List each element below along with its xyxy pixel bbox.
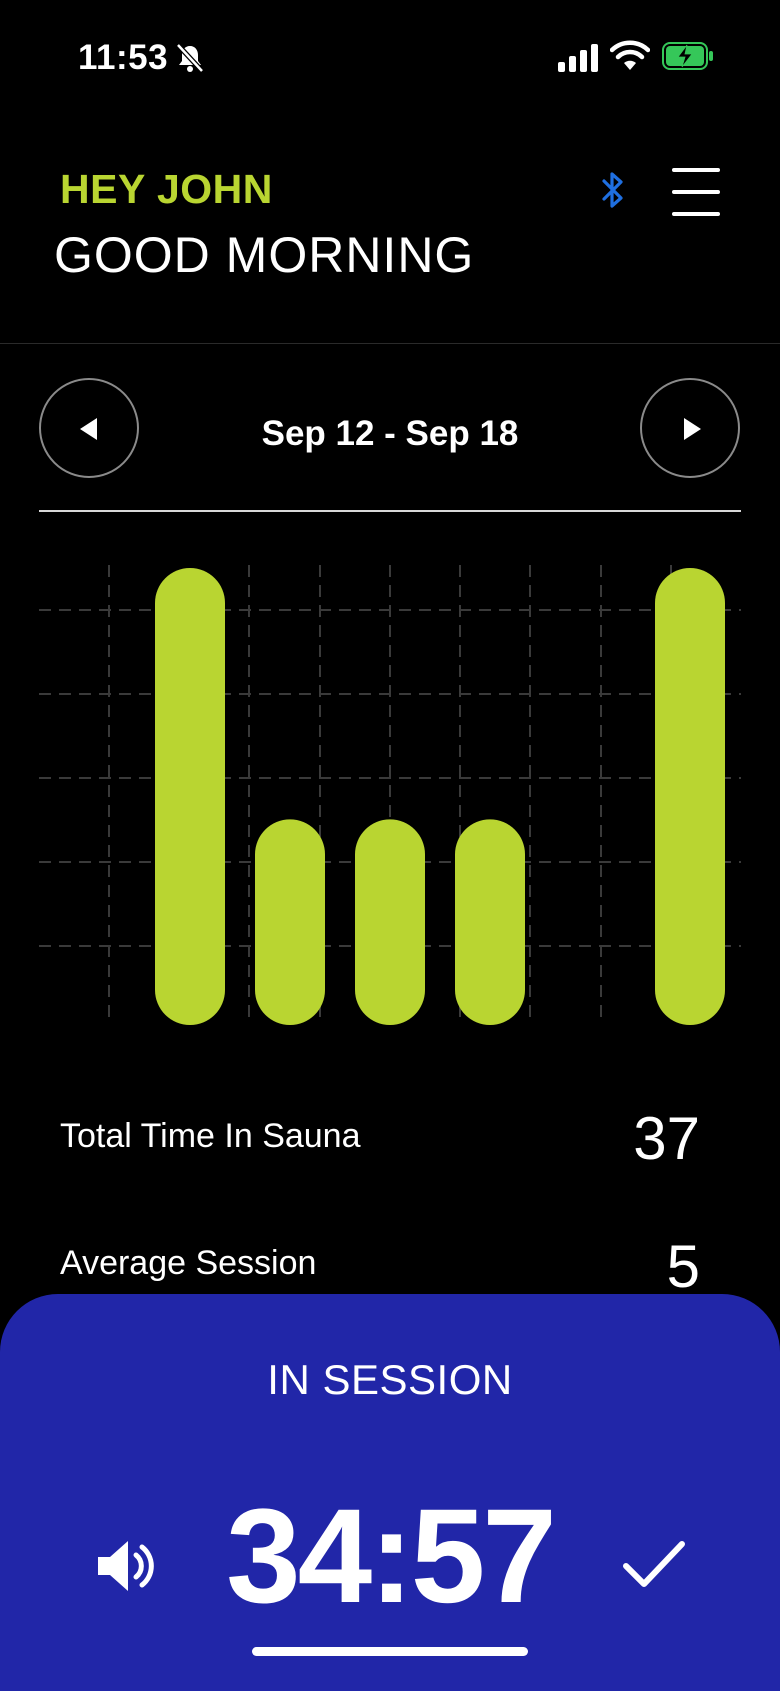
chart-bar-6 <box>655 568 725 1025</box>
session-panel: IN SESSION 34:57 <box>0 1294 780 1691</box>
battery-icon <box>662 42 713 70</box>
header-divider <box>0 343 780 344</box>
chart-divider <box>39 510 741 512</box>
bluetooth-icon[interactable] <box>598 170 628 210</box>
previous-week-button[interactable] <box>39 378 139 478</box>
chart-bar-1 <box>255 819 325 1025</box>
next-week-button[interactable] <box>640 378 740 478</box>
home-indicator[interactable] <box>252 1647 528 1656</box>
total-time-label: Total Time In Sauna <box>60 1117 361 1155</box>
status-bar: 11:53 <box>0 0 780 115</box>
session-timer: 34:57 <box>226 1482 557 1631</box>
week-range-label: Sep 12 - Sep 18 <box>261 414 519 453</box>
session-status: IN SESSION <box>267 1356 513 1403</box>
greeting-text: HEY JOHN <box>60 166 273 212</box>
menu-icon[interactable] <box>668 164 724 220</box>
status-time: 11:53 <box>78 38 169 77</box>
arrow-right-icon <box>684 418 701 440</box>
arrow-left-icon <box>80 418 97 440</box>
bell-off-icon <box>176 43 204 73</box>
average-session-label: Average Session <box>60 1244 317 1282</box>
app-screen: 11:53 HEY JOHN GOOD MORNING Sep 12 - Sep… <box>0 0 780 1691</box>
chart-bar-2 <box>355 819 425 1025</box>
average-session-value: 5 <box>666 1233 700 1300</box>
wifi-icon <box>610 40 650 70</box>
total-time-value: 37 <box>633 1105 700 1172</box>
chart-bar-3 <box>455 819 525 1025</box>
signal-icon <box>558 44 598 72</box>
check-icon[interactable] <box>622 1536 686 1592</box>
salutation-text: GOOD MORNING <box>54 227 475 283</box>
chart-bar-0 <box>155 568 225 1025</box>
sauna-time-chart <box>39 565 741 1025</box>
speaker-icon[interactable] <box>94 1535 156 1597</box>
